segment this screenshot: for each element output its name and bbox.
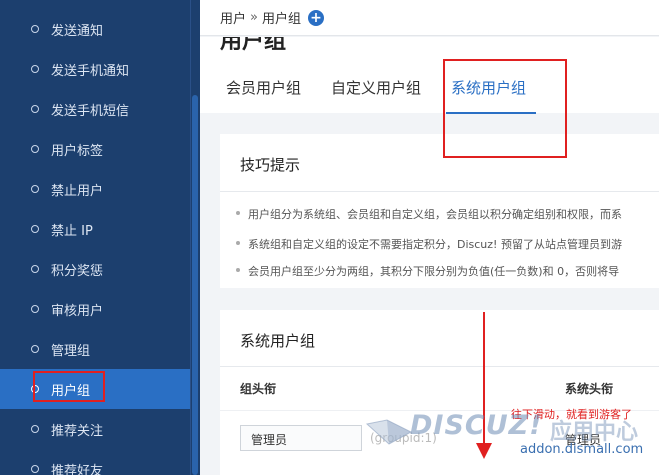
- system-groups-title: 系统用户组: [240, 332, 316, 350]
- sidebar-item-send-mobile-notice[interactable]: 发送手机通知: [0, 49, 190, 89]
- sidebar-scroll-thumb[interactable]: [192, 95, 198, 475]
- sidebar-highlight-box: [33, 371, 105, 402]
- watermark-logo: DISCUZ!: [410, 410, 543, 441]
- tip-line: 会员用户组至少分为两组，其积分下限分别为负值(任一负数)和 0，否则将导: [235, 265, 620, 278]
- sidebar-item-send-sms[interactable]: 发送手机短信: [0, 89, 190, 129]
- tips-panel: 技巧提示 用户组分为系统组、会员组和自定义组，会员组以积分确定组别和权限，而系 …: [220, 134, 659, 288]
- divider: [220, 191, 659, 192]
- tip-line: 系统组和自定义组的设定不需要指定积分，Discuz! 预留了从站点管理员到游: [236, 238, 622, 251]
- page-title: 用户组: [220, 37, 287, 54]
- title-strip: 用户组 会员用户组 自定义用户组 系统用户组: [200, 37, 659, 113]
- bullet-icon: [31, 425, 39, 433]
- bullet-icon: [31, 225, 39, 233]
- bullet-icon: [31, 105, 39, 113]
- sidebar-item-label: 管理组: [51, 343, 91, 359]
- sidebar-item-label: 用户标签: [51, 143, 104, 159]
- bullet-icon: [31, 65, 39, 73]
- divider: [220, 366, 659, 367]
- sidebar-item-recommend-friends[interactable]: 推荐好友: [0, 449, 190, 475]
- sidebar-item-label: 发送手机短信: [51, 103, 130, 119]
- tab-highlight-box: [443, 59, 567, 158]
- bullet-icon: [31, 145, 39, 153]
- bullet-icon: [31, 185, 39, 193]
- sidebar-item-send-notice[interactable]: 发送通知: [0, 9, 190, 49]
- sidebar-item-label: 推荐关注: [51, 423, 104, 439]
- arrow-head-icon: [476, 443, 492, 459]
- bullet-icon: [31, 265, 39, 273]
- watermark-url: addon.dismall.com: [520, 442, 644, 457]
- group-title-input[interactable]: 管理员: [240, 425, 362, 451]
- column-header-system-title: 系统头衔: [565, 382, 614, 396]
- sidebar-item-admin-groups[interactable]: 管理组: [0, 329, 190, 369]
- sidebar: 发送通知 发送手机通知 发送手机短信 用户标签 禁止用户 禁止 IP 积分奖惩 …: [0, 0, 200, 475]
- tip-line: 用户组分为系统组、会员组和自定义组，会员组以积分确定组别和权限，而系: [236, 208, 622, 221]
- sidebar-item-label: 禁止用户: [51, 183, 104, 199]
- sidebar-item-label: 禁止 IP: [51, 223, 93, 239]
- sidebar-item-ban-ip[interactable]: 禁止 IP: [0, 209, 190, 249]
- sidebar-item-moderate-users[interactable]: 审核用户: [0, 289, 190, 329]
- bullet-icon: [31, 305, 39, 313]
- sidebar-item-credit-rewards[interactable]: 积分奖惩: [0, 249, 190, 289]
- bullet-icon: [31, 345, 39, 353]
- bullet-icon: [31, 465, 39, 473]
- add-shortcut-icon[interactable]: +: [308, 9, 324, 26]
- sidebar-item-label: 审核用户: [51, 303, 104, 319]
- tips-title: 技巧提示: [240, 156, 301, 174]
- sidebar-item-label: 推荐好友: [51, 463, 104, 475]
- breadcrumb: 用户 » 用户组 +: [200, 0, 659, 36]
- watermark-gem-icon: [365, 419, 413, 445]
- sidebar-item-ban-user[interactable]: 禁止用户: [0, 169, 190, 209]
- sidebar-item-user-tags[interactable]: 用户标签: [0, 129, 190, 169]
- sidebar-item-label: 积分奖惩: [51, 263, 104, 279]
- sidebar-item-recommend-follow[interactable]: 推荐关注: [0, 409, 190, 449]
- bullet-icon: [31, 25, 39, 33]
- sidebar-item-label: 发送通知: [51, 23, 104, 39]
- breadcrumb-root[interactable]: 用户: [220, 8, 246, 27]
- tab-member-groups[interactable]: 会员用户组: [226, 77, 301, 98]
- sidebar-item-label: 发送手机通知: [51, 63, 130, 79]
- breadcrumb-separator: »: [250, 10, 258, 25]
- tab-custom-groups[interactable]: 自定义用户组: [331, 77, 421, 98]
- column-header-group-title: 组头衔: [240, 382, 277, 396]
- breadcrumb-current: 用户组: [261, 12, 301, 27]
